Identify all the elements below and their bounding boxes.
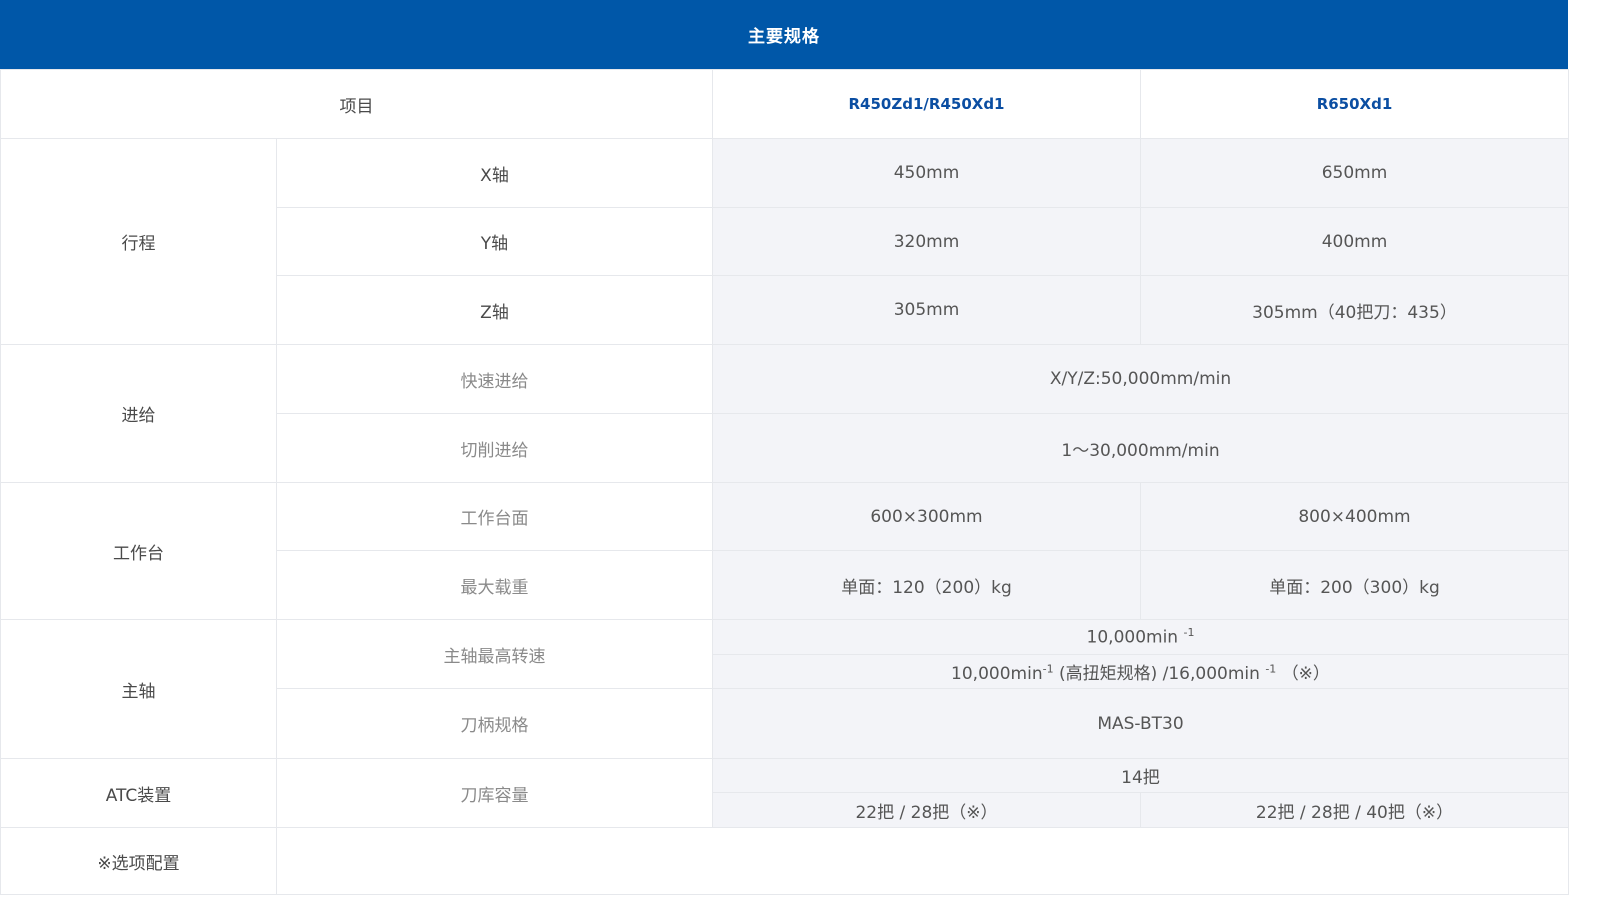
value-cutting-feed: 1～30,000mm/min xyxy=(712,413,1569,483)
value-z-model2: 305mm（40把刀：435） xyxy=(1140,275,1569,345)
row-label-cutting-feed: 切削进给 xyxy=(276,413,713,483)
spindle-speed-option-sup1: -1 xyxy=(1042,662,1054,676)
value-rapid-feed: X/Y/Z:50,000mm/min xyxy=(712,344,1569,414)
value-spindle-speed-option: 10,000min-1 (高扭矩规格) /16,000min -1 （※） xyxy=(712,654,1569,689)
column-item-label: 项目 xyxy=(339,96,374,117)
category-feed: 进给 xyxy=(0,344,277,483)
value-tool-holder: MAS-BT30 xyxy=(712,688,1569,759)
value-x-model1: 450mm xyxy=(712,138,1141,208)
column-header-model1: R450Zd1/R450Xd1 xyxy=(712,69,1141,139)
value-y-model1: 320mm xyxy=(712,207,1141,276)
value-capacity-model2: 22把 / 28把 / 40把（※） xyxy=(1140,792,1569,828)
column-header-model2: R650Xd1 xyxy=(1140,69,1569,139)
category-table: 工作台 xyxy=(0,482,277,620)
value-capacity-model1: 22把 / 28把（※） xyxy=(712,792,1141,828)
table-row: 行程 X轴 450mm 650mm xyxy=(0,138,1569,345)
spindle-speed-sup: -1 xyxy=(1183,626,1195,640)
spec-header: 主要规格 xyxy=(0,0,1568,69)
value-surface-model2: 800×400mm xyxy=(1140,482,1569,551)
table-row: ※选项配置 xyxy=(0,827,1569,895)
column-model2-label: R650Xd1 xyxy=(1316,95,1393,113)
row-label-y-axis: Y轴 xyxy=(276,207,713,276)
value-surface-model1: 600×300mm xyxy=(712,482,1141,551)
row-label-table-surface: 工作台面 xyxy=(276,482,713,551)
spec-table: 项目 R450Zd1/R450Xd1 R650Xd1 行程 X轴 450mm 6… xyxy=(0,69,1569,895)
value-z-model1: 305mm xyxy=(712,275,1141,345)
value-load-model1: 单面：120（200）kg xyxy=(712,550,1141,620)
spindle-speed-option-text-c: （※） xyxy=(1281,664,1330,684)
category-atc: ATC装置 xyxy=(0,758,277,828)
column-header-item: 项目 xyxy=(0,69,713,139)
column-model1-label: R450Zd1/R450Xd1 xyxy=(848,95,1005,113)
row-label-rapid-feed: 快速进给 xyxy=(276,344,713,414)
category-spindle: 主轴 xyxy=(0,619,277,759)
category-travel: 行程 xyxy=(0,138,277,345)
table-row: 进给 快速进给 X/Y/Z:50,000mm/min xyxy=(0,344,1569,483)
spec-page: 主要规格 项目 R450Zd1/R450Xd1 R650Xd1 行程 X轴 45… xyxy=(0,0,1569,895)
spindle-speed-option-text-b: (高扭矩规格) /16,000min xyxy=(1053,664,1260,684)
table-row: 主轴 主轴最高转速 10,000min -1 xyxy=(0,619,1569,759)
table-row: 工作台 工作台面 600×300mm 800×400mm xyxy=(0,482,1569,620)
value-capacity-standard: 14把 xyxy=(712,758,1569,793)
note-spacer xyxy=(276,827,1569,895)
spindle-speed-text: 10,000min xyxy=(1086,627,1179,648)
spec-title: 主要规格 xyxy=(748,27,820,47)
row-label-max-load: 最大载重 xyxy=(276,550,713,620)
table-row: ATC装置 刀库容量 14把 xyxy=(0,758,1569,828)
spindle-speed-option-text-a: 10,000min xyxy=(951,664,1043,684)
row-label-tool-capacity: 刀库容量 xyxy=(276,758,713,828)
value-x-model2: 650mm xyxy=(1140,138,1569,208)
value-load-model2: 单面：200（300）kg xyxy=(1140,550,1569,620)
row-label-z-axis: Z轴 xyxy=(276,275,713,345)
value-spindle-speed-standard: 10,000min -1 xyxy=(712,619,1569,655)
row-label-x-axis: X轴 xyxy=(276,138,713,208)
table-header-row: 项目 R450Zd1/R450Xd1 R650Xd1 xyxy=(0,69,1569,139)
row-label-spindle-speed: 主轴最高转速 xyxy=(276,619,713,689)
spindle-speed-option-sup2: -1 xyxy=(1265,662,1277,676)
option-note: ※选项配置 xyxy=(0,827,277,895)
value-y-model2: 400mm xyxy=(1140,207,1569,276)
row-label-tool-holder: 刀柄规格 xyxy=(276,688,713,759)
